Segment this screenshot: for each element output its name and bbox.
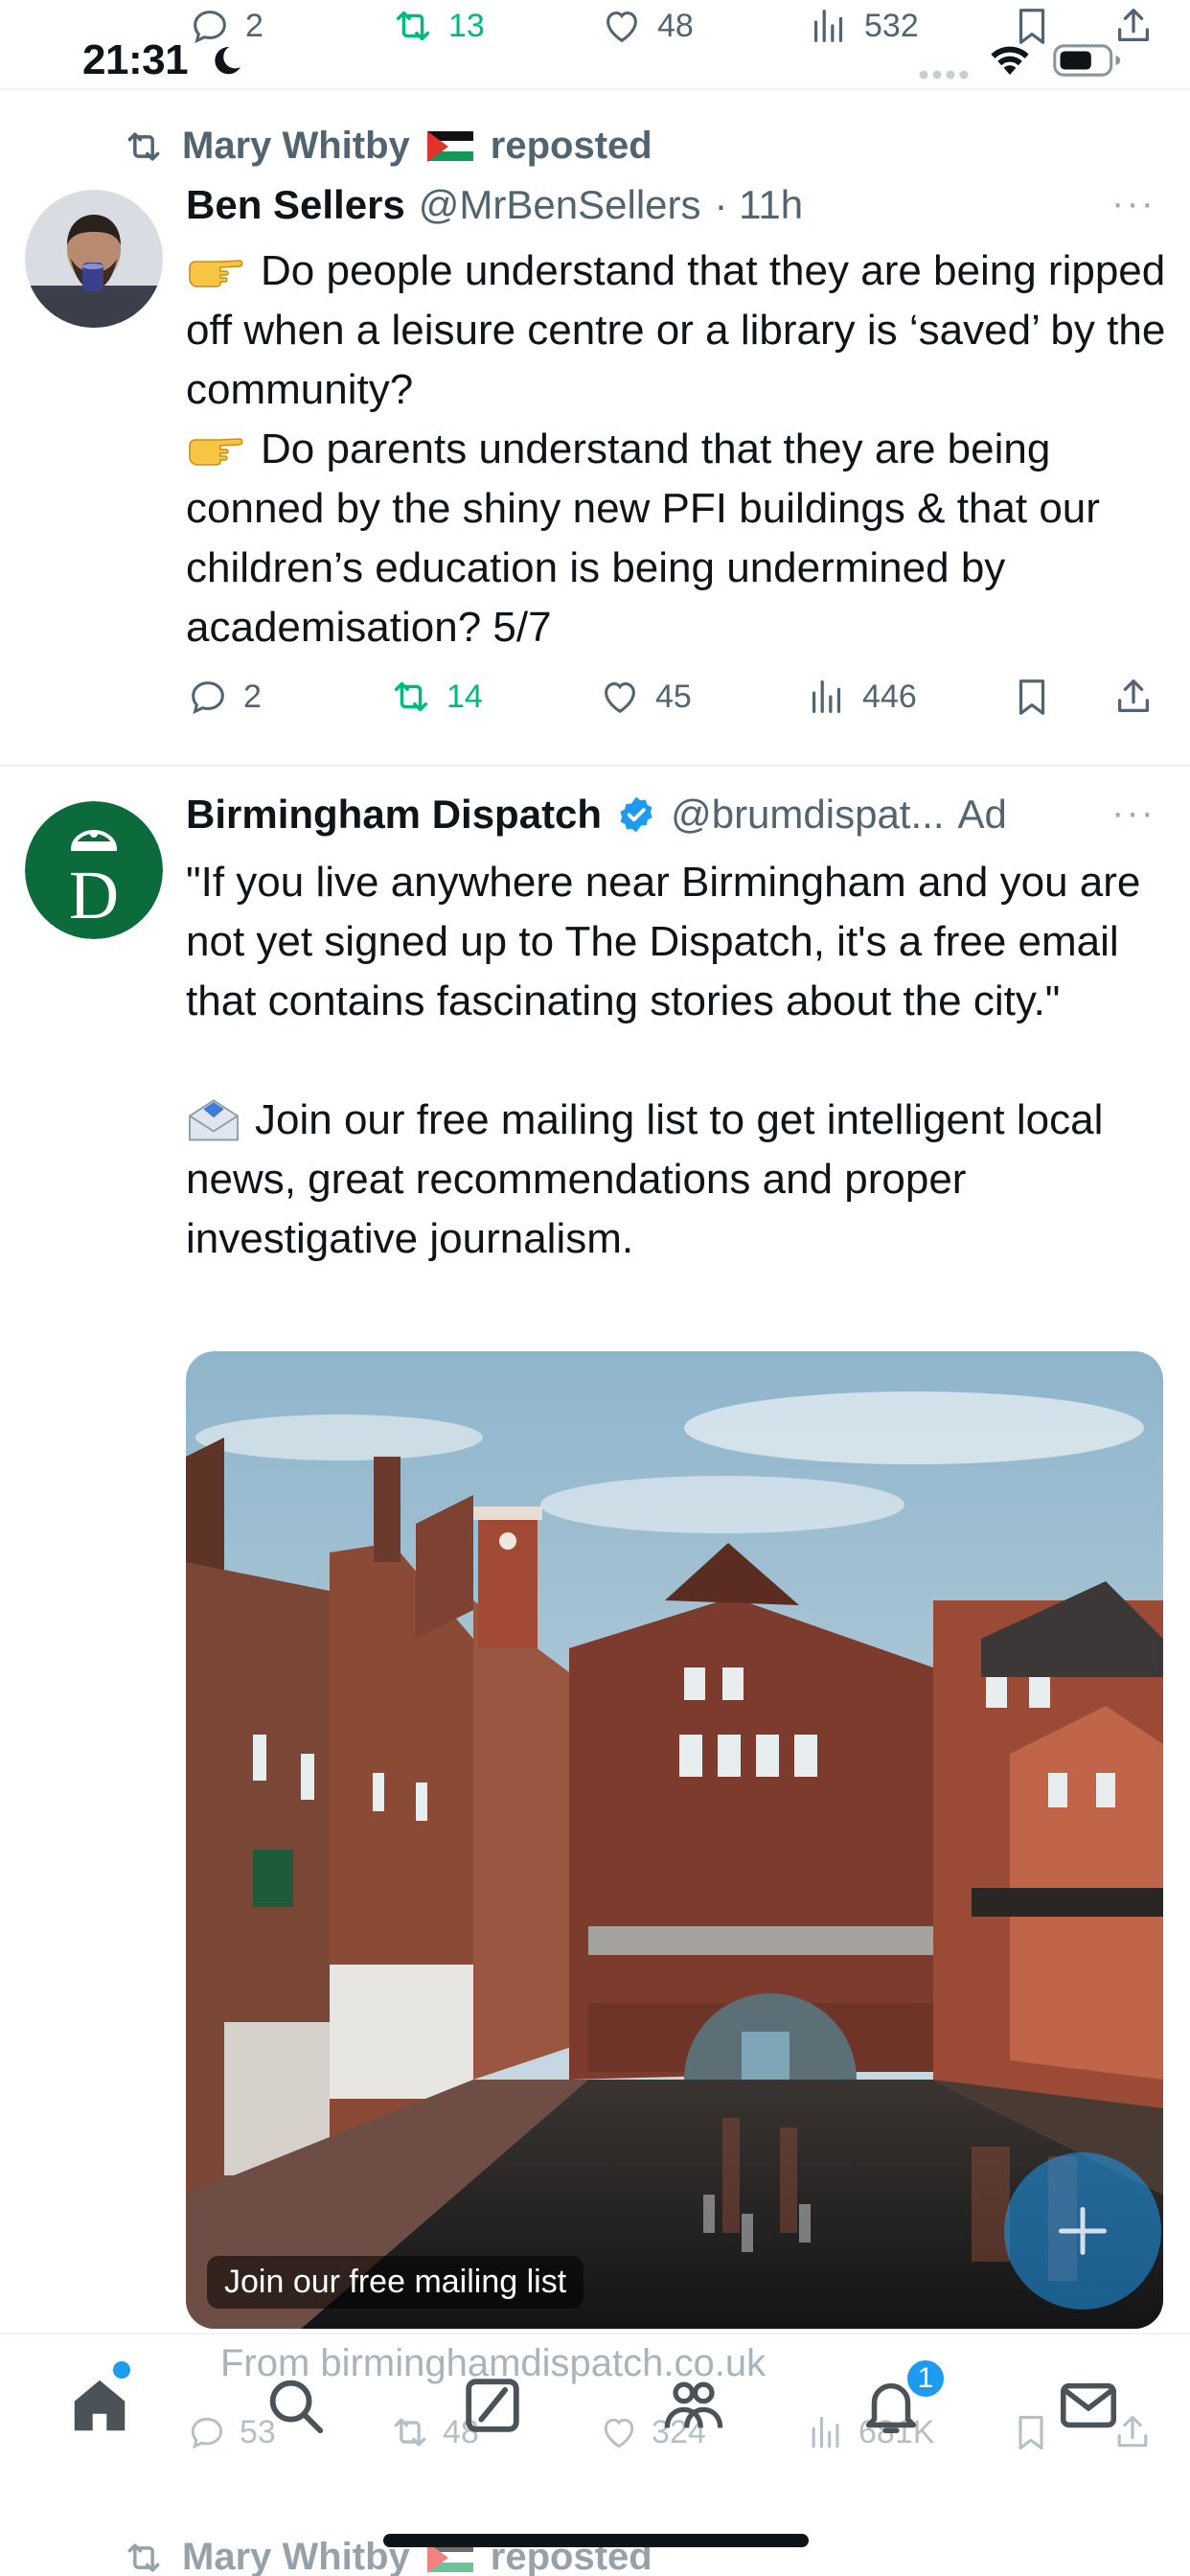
pointing-right-emoji-icon	[189, 260, 243, 288]
bookmark-button[interactable]	[1010, 675, 1054, 719]
heart-icon	[606, 12, 637, 43]
author-name[interactable]: Ben Sellers	[186, 182, 405, 228]
ad-image[interactable]	[186, 1351, 1163, 2329]
ad-image-caption: Join our free mailing list	[207, 2256, 584, 2309]
views-button[interactable]: 446	[805, 675, 917, 719]
tweet-line-2: Do parents understand that they are bein…	[186, 426, 1100, 651]
dispatch-logo-avatar[interactable]: D	[25, 801, 163, 939]
nav-grok[interactable]	[454, 2367, 531, 2444]
tweet-line-1: Do people understand that they are being…	[186, 247, 1166, 413]
reply-icon	[191, 2417, 223, 2450]
like-count: 48	[657, 7, 694, 44]
palestine-flag-icon	[426, 130, 473, 162]
reply-button[interactable]: 2	[186, 675, 262, 719]
compose-button[interactable]	[1004, 2152, 1161, 2310]
bookmark-icon	[1018, 2415, 1043, 2450]
signal-dots-icon	[919, 70, 969, 80]
repost-action-partial[interactable]: 13	[391, 4, 485, 48]
messages-icon	[1060, 2382, 1117, 2428]
notification-badge: 1	[904, 2358, 947, 2400]
author-name[interactable]: Birmingham Dispatch	[186, 792, 602, 838]
search-icon	[269, 2380, 324, 2434]
communities-icon	[664, 2381, 723, 2428]
views-count: 532	[864, 7, 919, 44]
more-options-button[interactable]: ···	[1111, 792, 1156, 835]
canal-photo	[186, 1351, 1163, 2329]
reply-count: 2	[245, 7, 263, 44]
divider	[0, 88, 1190, 90]
views-icon	[813, 10, 843, 42]
nav-messages[interactable]	[1050, 2367, 1127, 2444]
dispatch-logo-icon: D	[25, 801, 163, 939]
reply-count: 2	[243, 678, 262, 715]
repost-icon	[396, 11, 430, 41]
views-icon	[812, 2416, 839, 2449]
tweet-text: Do people understand that they are being…	[186, 242, 1167, 657]
like-count: 45	[655, 678, 692, 715]
avatar[interactable]	[25, 190, 163, 328]
tweet-text: "If you live anywhere near Birmingham an…	[186, 853, 1167, 1269]
avatar-photo	[25, 190, 163, 328]
repost-icon	[127, 2542, 160, 2572]
ad-label: Ad	[957, 792, 1007, 837]
repost-context[interactable]: Mary Whitby reposted	[123, 125, 652, 168]
plus-icon	[1059, 2207, 1107, 2255]
nav-search[interactable]	[257, 2367, 333, 2444]
repost-suffix: reposted	[490, 125, 652, 167]
author-handle[interactable]: @brumdispat...	[671, 792, 944, 838]
like-button[interactable]: 45	[598, 675, 692, 719]
focus-moon-icon	[215, 46, 240, 75]
repost-count: 14	[446, 678, 483, 715]
repost-icon	[127, 131, 160, 161]
like-action-partial[interactable]: 48	[600, 4, 694, 48]
tweet-header: Ben Sellers @MrBenSellers · 11h	[186, 182, 803, 228]
more-options-button[interactable]: ···	[1111, 182, 1156, 225]
tweet-paragraph-2: Join our free mailing list to get intell…	[186, 1096, 1104, 1262]
views-icon	[812, 680, 841, 713]
reposter-name: Mary Whitby	[182, 2536, 410, 2576]
tweet-paragraph-1: "If you live anywhere near Birmingham an…	[186, 859, 1141, 1024]
tweet-actions: 2 14 45 446	[186, 675, 1167, 732]
repost-button[interactable]: 14	[389, 675, 483, 719]
bookmark-button[interactable]	[1010, 2411, 1052, 2453]
wifi-icon	[991, 46, 1029, 75]
tweet-header: Birmingham Dispatch @brumdispat... Ad	[186, 792, 1007, 838]
share-icon	[1117, 679, 1150, 713]
incoming-envelope-emoji-icon	[189, 1099, 239, 1141]
pointing-right-emoji-icon	[189, 438, 243, 466]
bookmark-icon	[1018, 679, 1045, 715]
home-icon	[74, 2380, 126, 2431]
repost-count: 13	[448, 7, 485, 44]
divider	[0, 765, 1190, 767]
reposter-name: Mary Whitby	[182, 125, 410, 167]
views-action-partial[interactable]: 532	[807, 4, 919, 48]
home-unread-dot	[113, 2361, 130, 2379]
heart-icon	[605, 682, 635, 714]
tweet-time: · 11h	[714, 182, 804, 227]
heart-icon	[604, 2418, 634, 2449]
svg-text:D: D	[69, 857, 119, 933]
repost-icon	[394, 2418, 426, 2447]
grok-icon	[466, 2379, 519, 2432]
reply-icon	[192, 681, 224, 715]
author-handle[interactable]: @MrBenSellers	[419, 182, 701, 228]
nav-home[interactable]	[61, 2367, 138, 2444]
home-indicator[interactable]	[383, 2534, 809, 2547]
status-time: 21:31	[82, 36, 189, 83]
views-count: 446	[862, 678, 917, 715]
battery-icon	[1053, 44, 1121, 77]
repost-icon	[394, 681, 428, 712]
share-button[interactable]	[1111, 675, 1156, 719]
verified-badge-icon	[620, 796, 652, 833]
nav-communities[interactable]	[655, 2367, 732, 2444]
